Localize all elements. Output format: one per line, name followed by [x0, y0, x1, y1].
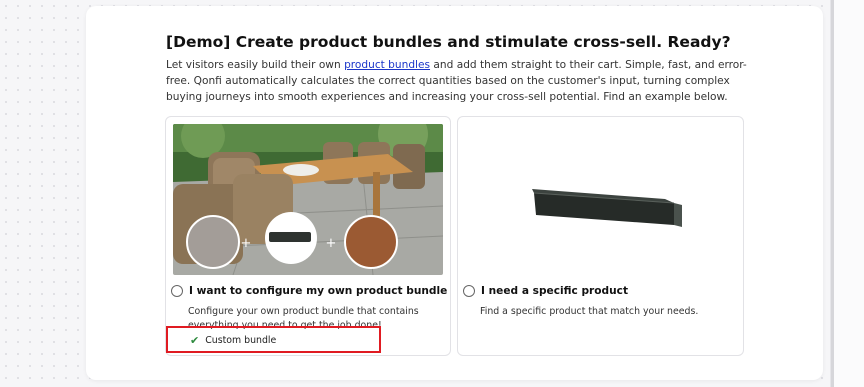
option-label-specific-product: I need a specific product [481, 285, 629, 297]
option-label-configure-bundle: I want to configure my own product bundl… [189, 285, 448, 297]
option-configure-bundle[interactable]: I want to configure my own product bundl… [171, 285, 447, 297]
option-specific-product[interactable]: I need a specific product [463, 285, 628, 297]
scrollbar-track[interactable] [830, 0, 864, 387]
plus-symbol-1: + [241, 236, 252, 251]
patio-furniture-image: + + [173, 124, 443, 275]
product-image [476, 135, 726, 285]
content-panel: [Demo] Create product bundles and stimul… [86, 6, 823, 380]
page-title: [Demo] Create product bundles and stimul… [166, 33, 731, 51]
description-text-start: Let visitors easily build their own [166, 59, 345, 71]
product-bundles-link[interactable]: product bundles [344, 59, 430, 71]
plus-symbol-2: + [326, 236, 337, 251]
option-card-configure-bundle[interactable]: + + I want to configure my own product b… [165, 116, 451, 356]
bundle-image: + + [173, 124, 443, 275]
page-description: Let visitors easily build their own prod… [166, 57, 748, 105]
radio-configure-bundle[interactable] [171, 285, 183, 297]
option-card-specific-product[interactable]: I need a specific product Find a specifi… [457, 116, 744, 356]
option-description-specific-product: Find a specific product that match your … [480, 306, 699, 317]
highlight-box [166, 326, 381, 353]
curb-stone-image [532, 189, 682, 227]
radio-specific-product[interactable] [463, 285, 475, 297]
scrollbar-thumb[interactable] [831, 0, 834, 387]
